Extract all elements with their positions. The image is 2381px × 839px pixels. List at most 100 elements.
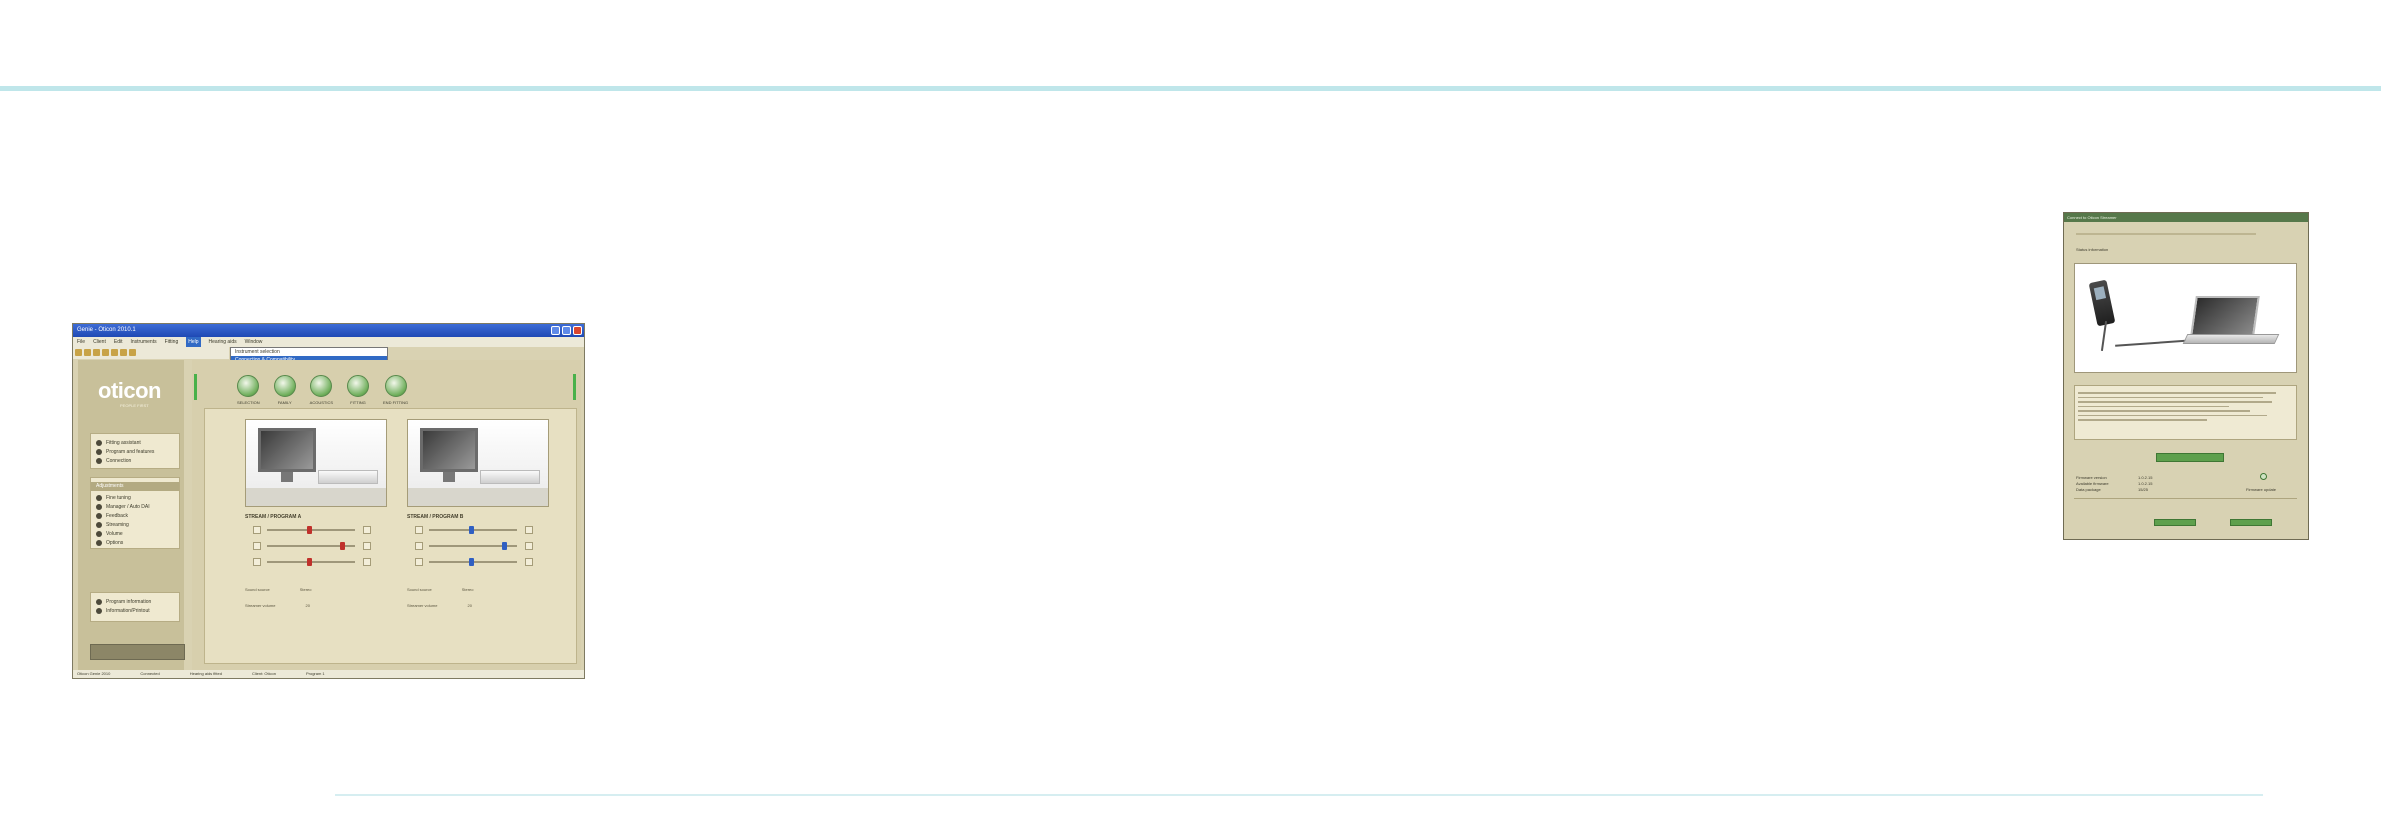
slider-knob[interactable]	[307, 526, 312, 534]
kv-row: Sound source Stereo	[407, 587, 473, 592]
step-label: ACOUSTICS	[309, 400, 334, 405]
oticon-logo: oticon	[98, 378, 162, 403]
menu-instruments[interactable]: Instruments	[130, 337, 156, 347]
cancel-button[interactable]	[2230, 519, 2272, 526]
sidebar-item-label: Program and features	[106, 448, 155, 455]
slider-knob[interactable]	[340, 542, 345, 550]
status-bar: Oticon Genie 2010 Connected Hearing aids…	[73, 670, 584, 678]
close-icon[interactable]	[573, 326, 582, 335]
info-label: Available firmware	[2076, 481, 2109, 486]
sidebar-item[interactable]: Fitting assistant	[96, 438, 175, 447]
sidebar-panel-adjustments: Adjustments Fine tuning Manager / Auto D…	[90, 477, 180, 549]
menu-window[interactable]: Window	[245, 337, 263, 347]
options-icon	[96, 539, 102, 546]
slider-max-icon	[525, 542, 533, 550]
streamer-laptop-image	[2074, 263, 2297, 373]
minimize-icon[interactable]	[551, 326, 560, 335]
step-selection[interactable]: SELECTION	[237, 375, 260, 405]
menu-client[interactable]: Client	[93, 337, 106, 347]
menu-bar: File Client Edit Instruments Fitting Hel…	[73, 337, 584, 347]
slider-knob[interactable]	[469, 558, 474, 566]
tv-table	[246, 488, 386, 506]
logo-tagline: PEOPLE FIRST	[120, 403, 149, 408]
slider-row	[245, 525, 387, 541]
menu-fitting[interactable]: Fitting	[165, 337, 179, 347]
sidebar-panel-bottom: Program information Information/Printout	[90, 592, 180, 622]
sidebar-item[interactable]: Fine tuning	[96, 493, 175, 502]
slider-knob[interactable]	[469, 526, 474, 534]
text-line	[2078, 414, 2268, 416]
divider	[2074, 498, 2297, 499]
step-label: END FITTING	[383, 400, 409, 405]
sidebar-item[interactable]: Feedback	[96, 511, 175, 520]
sidebar-item[interactable]: Options	[96, 538, 175, 547]
open-icon[interactable]	[84, 349, 91, 356]
firmware-status-icon	[2260, 473, 2267, 480]
sidebar-item[interactable]: Manager / Auto DAI	[96, 502, 175, 511]
help-icon[interactable]	[129, 349, 136, 356]
firmware-update-label: Firmware update	[2246, 487, 2277, 492]
sidebar-item-label: Streaming	[106, 521, 129, 528]
tv-image-b	[407, 419, 549, 507]
slider-knob[interactable]	[307, 558, 312, 566]
main-area: SELECTION FAMILY ACOUSTICS FITTING END F…	[192, 360, 581, 670]
kv-row: Streamer volume 20	[407, 603, 472, 608]
fitting-steps: SELECTION FAMILY ACOUSTICS FITTING END F…	[237, 375, 408, 405]
info-row: Data package 15/25	[2076, 487, 2168, 492]
slider-max-icon	[525, 558, 533, 566]
menu-edit[interactable]: Edit	[114, 337, 123, 347]
dropdown-item[interactable]: Instrument selection	[231, 348, 387, 356]
sidebar-item[interactable]: Streaming	[96, 520, 175, 529]
sidebar-item[interactable]: Information/Printout	[96, 606, 175, 615]
kv-row: Sound source Stereo	[245, 587, 311, 592]
kv-value: 20	[305, 603, 310, 608]
slider-knob[interactable]	[502, 542, 507, 550]
step-icon	[347, 375, 370, 397]
text-line	[2078, 405, 2229, 407]
dialog-subtitle-line	[2076, 233, 2256, 235]
status-item: Connected	[140, 671, 160, 676]
step-end-fitting[interactable]: END FITTING	[383, 375, 408, 405]
text-line	[2078, 419, 2207, 421]
slider-group-a	[245, 525, 387, 573]
menu-help[interactable]: Help	[186, 337, 201, 347]
streamer-screen	[2093, 286, 2107, 301]
slider-row	[407, 557, 549, 573]
slider-row	[407, 525, 549, 541]
window-title-bar: Genie - Oticon 2010.1	[73, 324, 584, 337]
tv-stand	[443, 472, 455, 482]
info-label: Data package	[2076, 487, 2101, 492]
step-acoustics[interactable]: ACOUSTICS	[310, 375, 333, 405]
sidebar-item[interactable]: Connection	[96, 456, 175, 465]
undo-icon[interactable]	[111, 349, 118, 356]
sidebar-item[interactable]: Program information	[96, 597, 175, 606]
sidebar-item[interactable]: Volume	[96, 529, 175, 538]
info-row: Available firmware 1.0.2.15	[2076, 481, 2168, 486]
kv-label: Streamer volume	[407, 603, 438, 608]
connect-button[interactable]	[2156, 453, 2224, 462]
ok-button[interactable]	[2154, 519, 2196, 526]
menu-hearing-aids[interactable]: Hearing aids	[209, 337, 237, 347]
left-level-indicator	[194, 374, 197, 400]
step-label: FITTING	[350, 400, 366, 405]
status-item: Oticon Genie 2010	[77, 671, 111, 676]
sidebar-item[interactable]: Program and features	[96, 447, 175, 456]
section-label-a: STREAM / PROGRAM A	[245, 514, 302, 520]
step-icon	[237, 375, 260, 397]
slider-max-icon	[363, 542, 371, 550]
maximize-icon[interactable]	[562, 326, 571, 335]
new-icon[interactable]	[75, 349, 82, 356]
menu-file[interactable]: File	[77, 337, 85, 347]
print-icon[interactable]	[102, 349, 109, 356]
window-title: Genie - Oticon 2010.1	[77, 327, 136, 333]
step-family[interactable]: FAMILY	[273, 375, 296, 405]
redo-icon[interactable]	[120, 349, 127, 356]
save-icon[interactable]	[93, 349, 100, 356]
status-item: Hearing aids fitted	[189, 671, 222, 676]
step-fitting[interactable]: FITTING	[347, 375, 370, 405]
slider-max-icon	[363, 558, 371, 566]
streaming-content-panel: STREAM / PROGRAM A STREAM / PROGRAM B So…	[204, 408, 577, 664]
panel-heading: Adjustments	[91, 482, 179, 491]
step-icon	[310, 375, 333, 397]
sidebar-bottom-control[interactable]	[90, 644, 185, 660]
